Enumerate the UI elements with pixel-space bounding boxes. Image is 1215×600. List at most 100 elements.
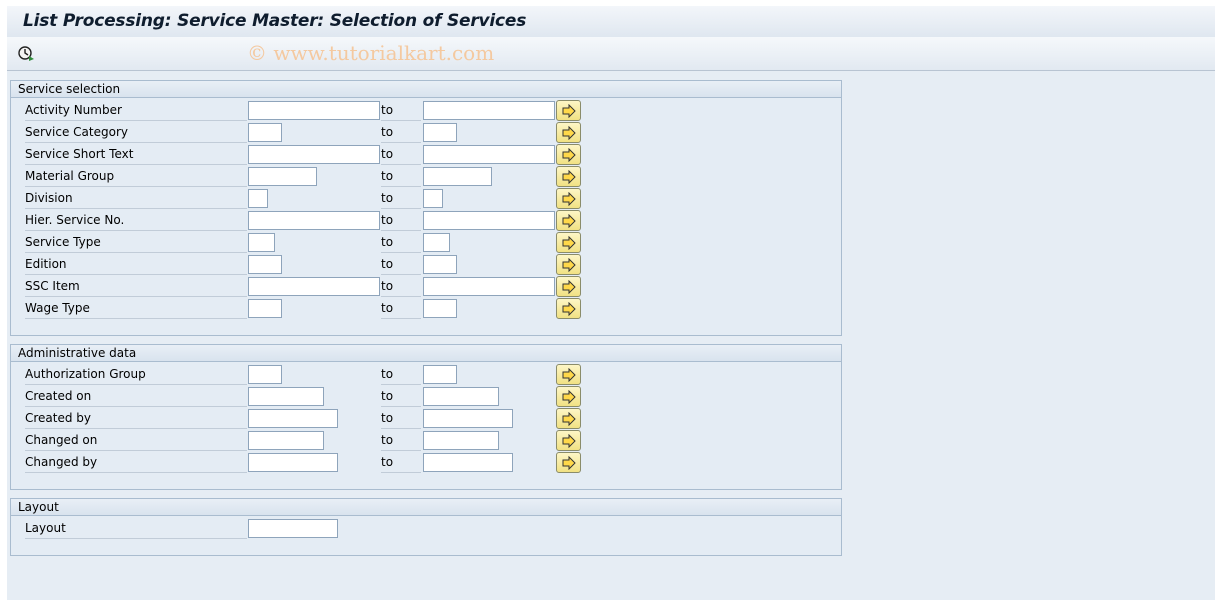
created-on-row: Created on to bbox=[11, 386, 841, 408]
administrative-data-group: Administrative data Authorization Group … bbox=[10, 344, 842, 490]
service-type-multiple-selection-button[interactable] bbox=[556, 232, 581, 253]
activity-number-to-label: to bbox=[381, 102, 421, 121]
ssc-item-to-input[interactable] bbox=[423, 277, 555, 296]
material-group-to-input[interactable] bbox=[423, 167, 492, 186]
authorization-group-multiple-selection-button[interactable] bbox=[556, 364, 581, 385]
material-group-multiple-selection-button[interactable] bbox=[556, 166, 581, 187]
service-category-to-input[interactable] bbox=[423, 123, 457, 142]
authorization-group-from-input[interactable] bbox=[248, 365, 282, 384]
created-on-from-input[interactable] bbox=[248, 387, 324, 406]
execute-clock-icon bbox=[18, 46, 34, 61]
service-short-text-from-input[interactable] bbox=[248, 145, 380, 164]
created-by-multiple-selection-button[interactable] bbox=[556, 408, 581, 429]
arrow-right-icon bbox=[562, 236, 576, 250]
authorization-group-to-label: to bbox=[381, 366, 421, 385]
material-group-label: Material Group bbox=[25, 168, 247, 187]
created-on-to-label: to bbox=[381, 388, 421, 407]
changed-by-to-label: to bbox=[381, 454, 421, 473]
created-by-label: Created by bbox=[25, 410, 247, 429]
wage-type-to-label: to bbox=[381, 300, 421, 319]
arrow-right-icon bbox=[562, 434, 576, 448]
arrow-right-icon bbox=[562, 258, 576, 272]
service-category-label: Service Category bbox=[25, 124, 247, 143]
arrow-right-icon bbox=[562, 280, 576, 294]
material-group-to-label: to bbox=[381, 168, 421, 187]
service-type-to-input[interactable] bbox=[423, 233, 450, 252]
activity-number-multiple-selection-button[interactable] bbox=[556, 100, 581, 121]
execute-button[interactable] bbox=[17, 44, 35, 62]
changed-on-multiple-selection-button[interactable] bbox=[556, 430, 581, 451]
layout-row: Layout bbox=[11, 518, 841, 540]
service-type-from-input[interactable] bbox=[248, 233, 275, 252]
arrow-right-icon bbox=[562, 456, 576, 470]
division-multiple-selection-button[interactable] bbox=[556, 188, 581, 209]
created-by-row: Created by to bbox=[11, 408, 841, 430]
service-category-row: Service Category to bbox=[11, 122, 841, 144]
division-row: Division to bbox=[11, 188, 841, 210]
wage-type-multiple-selection-button[interactable] bbox=[556, 298, 581, 319]
wage-type-from-input[interactable] bbox=[248, 299, 282, 318]
created-on-label: Created on bbox=[25, 388, 247, 407]
hier-service-no-label: Hier. Service No. bbox=[25, 212, 247, 231]
arrow-right-icon bbox=[562, 390, 576, 404]
arrow-right-icon bbox=[562, 170, 576, 184]
changed-on-label: Changed on bbox=[25, 432, 247, 451]
window-title: List Processing: Service Master: Selecti… bbox=[23, 11, 527, 31]
changed-by-multiple-selection-button[interactable] bbox=[556, 452, 581, 473]
service-selection-group: Service selection Activity Number to Ser… bbox=[10, 80, 842, 336]
arrow-right-icon bbox=[562, 412, 576, 426]
layout-input[interactable] bbox=[248, 519, 338, 538]
administrative-data-header: Administrative data bbox=[11, 345, 841, 362]
arrow-right-icon bbox=[562, 126, 576, 140]
service-short-text-to-input[interactable] bbox=[423, 145, 555, 164]
service-short-text-to-label: to bbox=[381, 146, 421, 165]
ssc-item-multiple-selection-button[interactable] bbox=[556, 276, 581, 297]
service-category-multiple-selection-button[interactable] bbox=[556, 122, 581, 143]
arrow-right-icon bbox=[562, 104, 576, 118]
division-from-input[interactable] bbox=[248, 189, 268, 208]
authorization-group-label: Authorization Group bbox=[25, 366, 247, 385]
material-group-from-input[interactable] bbox=[248, 167, 317, 186]
ssc-item-label: SSC Item bbox=[25, 278, 247, 297]
edition-label: Edition bbox=[25, 256, 247, 275]
service-type-row: Service Type to bbox=[11, 232, 841, 254]
changed-by-row: Changed by to bbox=[11, 452, 841, 474]
arrow-right-icon bbox=[562, 192, 576, 206]
edition-from-input[interactable] bbox=[248, 255, 282, 274]
edition-to-input[interactable] bbox=[423, 255, 457, 274]
changed-on-to-input[interactable] bbox=[423, 431, 499, 450]
wage-type-label: Wage Type bbox=[25, 300, 247, 319]
wage-type-row: Wage Type to bbox=[11, 298, 841, 320]
ssc-item-from-input[interactable] bbox=[248, 277, 380, 296]
changed-by-to-input[interactable] bbox=[423, 453, 513, 472]
application-toolbar: © www.tutorialkart.com bbox=[7, 37, 1215, 71]
division-label: Division bbox=[25, 190, 247, 209]
created-on-multiple-selection-button[interactable] bbox=[556, 386, 581, 407]
hier-service-no-from-input[interactable] bbox=[248, 211, 380, 230]
created-by-to-input[interactable] bbox=[423, 409, 513, 428]
wage-type-to-input[interactable] bbox=[423, 299, 457, 318]
activity-number-to-input[interactable] bbox=[423, 101, 555, 120]
hier-service-no-to-input[interactable] bbox=[423, 211, 555, 230]
hier-service-no-to-label: to bbox=[381, 212, 421, 231]
authorization-group-row: Authorization Group to bbox=[11, 364, 841, 386]
changed-on-from-input[interactable] bbox=[248, 431, 324, 450]
authorization-group-to-input[interactable] bbox=[423, 365, 457, 384]
activity-number-from-input[interactable] bbox=[248, 101, 380, 120]
created-on-to-input[interactable] bbox=[423, 387, 499, 406]
changed-by-from-input[interactable] bbox=[248, 453, 338, 472]
ssc-item-row: SSC Item to bbox=[11, 276, 841, 298]
hier-service-no-multiple-selection-button[interactable] bbox=[556, 210, 581, 231]
material-group-row: Material Group to bbox=[11, 166, 841, 188]
service-short-text-label: Service Short Text bbox=[25, 146, 247, 165]
layout-label: Layout bbox=[25, 520, 247, 539]
arrow-right-icon bbox=[562, 302, 576, 316]
edition-multiple-selection-button[interactable] bbox=[556, 254, 581, 275]
created-by-from-input[interactable] bbox=[248, 409, 338, 428]
arrow-right-icon bbox=[562, 214, 576, 228]
service-category-from-input[interactable] bbox=[248, 123, 282, 142]
division-to-input[interactable] bbox=[423, 189, 443, 208]
service-selection-header: Service selection bbox=[11, 81, 841, 98]
changed-on-to-label: to bbox=[381, 432, 421, 451]
service-short-text-multiple-selection-button[interactable] bbox=[556, 144, 581, 165]
